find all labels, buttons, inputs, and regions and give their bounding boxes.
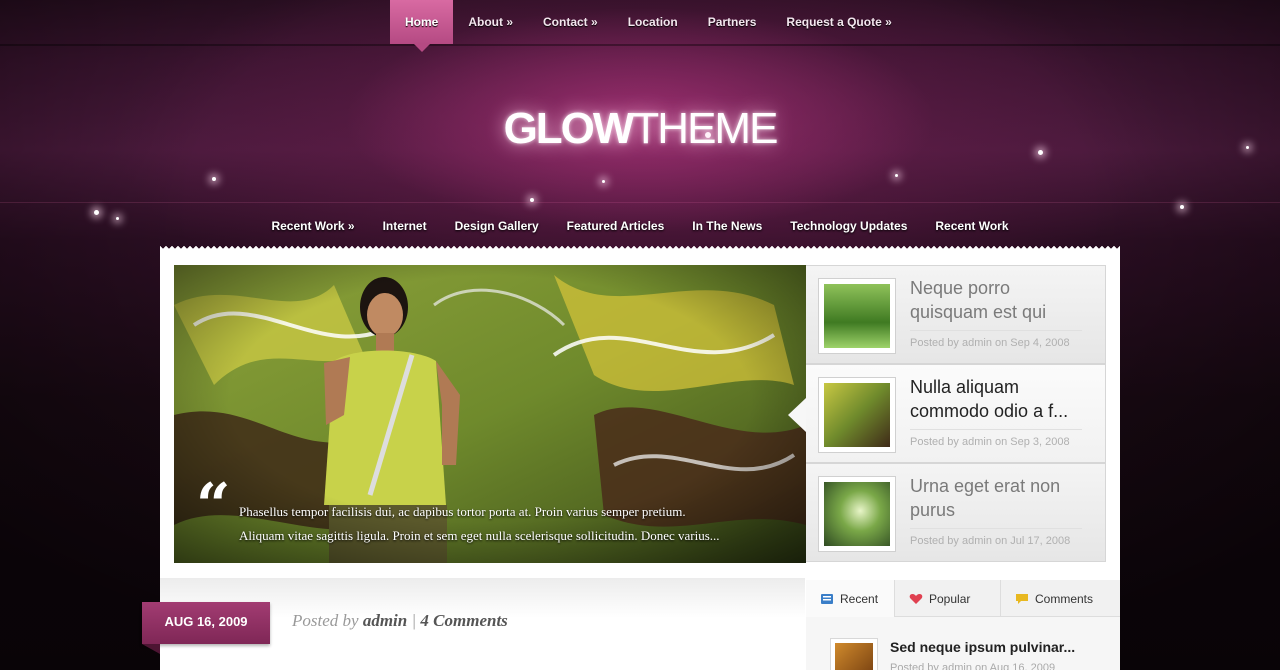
autumn-thumbnail-image: [835, 643, 873, 670]
category-nav-internet[interactable]: Internet: [369, 203, 441, 248]
excerpt-line-1: Phasellus tempor facilisis dui, ac dapib…: [239, 504, 686, 519]
featured-excerpt: Phasellus tempor facilisis dui, ac dapib…: [239, 500, 779, 548]
tab-recent-label: Recent: [840, 591, 879, 606]
post-thumbnail: [818, 278, 896, 354]
top-nav-location[interactable]: Location: [613, 0, 693, 44]
logo-part-theme: THEME: [632, 104, 778, 153]
park-thumbnail-image: [824, 284, 890, 348]
sidebar-post-title: Sed neque ipsum pulvinar...: [890, 639, 1076, 655]
sparkle-decoration: [895, 174, 898, 177]
tab-popular-label: Popular: [929, 591, 971, 606]
category-nav-design-gallery[interactable]: Design Gallery: [441, 203, 553, 248]
tunnel-thumbnail-image: [824, 482, 890, 546]
comments-link[interactable]: 4 Comments: [420, 611, 507, 630]
post-meta: Posted by admin on Jul 17, 2008: [910, 528, 1082, 547]
sidebar-post-meta: Posted by admin on Aug 16, 2009: [890, 662, 1056, 670]
posted-by-label: Posted by: [292, 611, 359, 630]
category-nav-featured-articles[interactable]: Featured Articles: [553, 203, 679, 248]
top-nav-partners[interactable]: Partners: [693, 0, 772, 44]
post-date-badge: AUG 16, 2009: [142, 602, 270, 654]
post-meta: Posted by admin on Sep 4, 2008: [910, 330, 1082, 349]
post-meta: Posted by admin on Sep 3, 2008: [910, 429, 1082, 448]
featured-list-item[interactable]: Neque porro quisquam est qui Posted by a…: [806, 265, 1106, 364]
post-title: Neque porro quisquam est qui: [910, 278, 1047, 322]
tab-popular[interactable]: Popular: [895, 580, 1001, 617]
sidebar-recent-post[interactable]: Sed neque ipsum pulvinar... Posted by ad…: [806, 617, 1120, 670]
tab-comments-label: Comments: [1035, 591, 1094, 606]
post-byline: Posted by admin | 4 Comments: [292, 611, 508, 631]
top-nav-about[interactable]: About »: [453, 0, 528, 44]
post-title: Nulla aliquam commodo odio a f...: [910, 377, 1069, 421]
category-nav-recent-work-menu[interactable]: Recent Work »: [257, 203, 368, 248]
featured-post-list: Neque porro quisquam est qui Posted by a…: [788, 265, 1106, 563]
logo-part-glow: GLOW: [503, 104, 635, 153]
featured-list-item-active[interactable]: Nulla aliquam commodo odio a f... Posted…: [788, 364, 1106, 463]
site-logo[interactable]: GLOWTHEME: [0, 104, 1280, 154]
speech-bubble-icon: [1016, 593, 1028, 604]
top-nav-home[interactable]: Home: [390, 0, 454, 52]
tab-comments[interactable]: Comments: [1001, 580, 1120, 617]
tab-recent[interactable]: Recent: [806, 580, 895, 626]
category-nav-in-the-news[interactable]: In The News: [678, 203, 776, 248]
document-icon: [821, 593, 833, 604]
featured-list-item[interactable]: Urna eget erat non purus Posted by admin…: [806, 463, 1106, 562]
quote-icon: “: [196, 471, 231, 541]
post-title: Urna eget erat non purus: [910, 476, 1061, 520]
excerpt-line-2: Aliquam vitae sagittis ligula. Proin et …: [239, 528, 720, 543]
sparkle-decoration: [602, 180, 605, 183]
category-nav-technology-updates[interactable]: Technology Updates: [776, 203, 921, 248]
zigzag-edge: [160, 246, 1120, 252]
top-nav-contact[interactable]: Contact »: [528, 0, 613, 44]
post-thumbnail: [818, 476, 896, 552]
post-thumbnail: [818, 377, 896, 453]
category-nav-recent-work[interactable]: Recent Work: [921, 203, 1022, 248]
graffiti-thumbnail-image: [824, 383, 890, 447]
byline-separator: |: [411, 611, 417, 630]
sidebar-tabs: Recent Popular Comments: [806, 580, 1120, 626]
top-navigation: Home About » Contact » Location Partners…: [390, 0, 907, 52]
author-link[interactable]: admin: [363, 611, 407, 630]
top-nav-request-quote[interactable]: Request a Quote »: [771, 0, 906, 44]
sidebar-post-thumbnail: [830, 638, 878, 670]
category-navigation: Recent Work » Internet Design Gallery Fe…: [0, 202, 1280, 248]
heart-icon: [909, 593, 923, 604]
sparkle-decoration: [212, 177, 216, 181]
